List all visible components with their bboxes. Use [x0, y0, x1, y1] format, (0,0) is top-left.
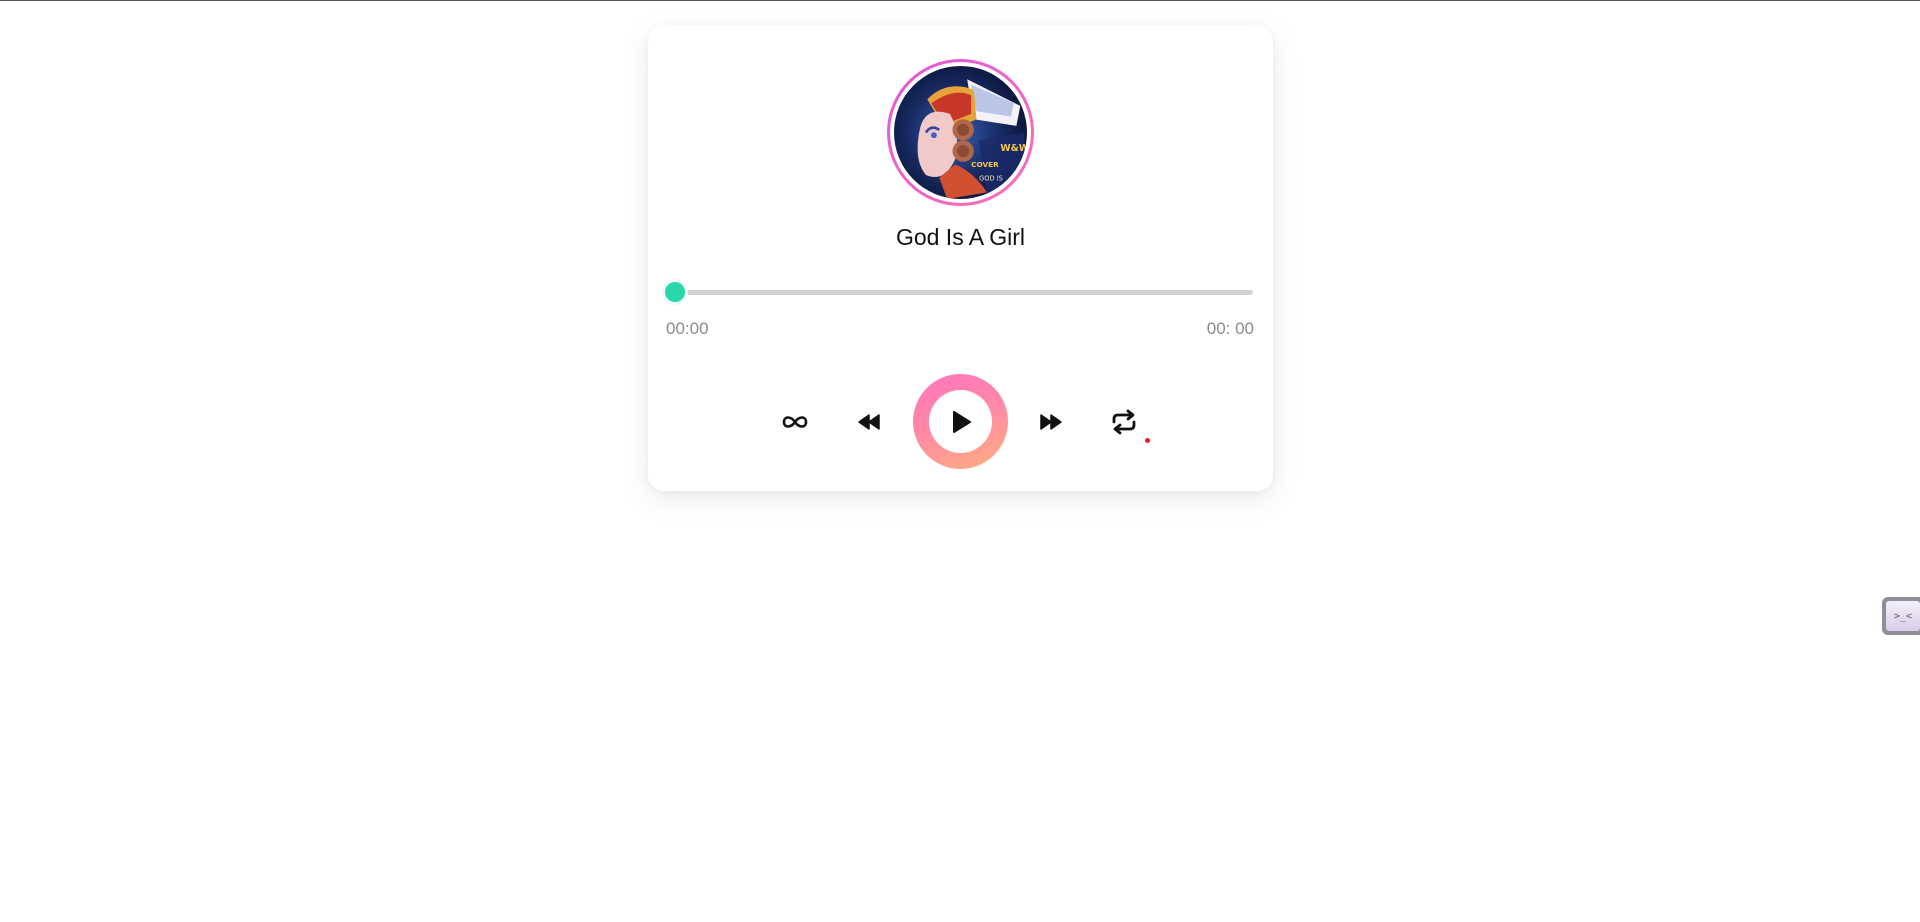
total-time: 00: 00	[1206, 319, 1254, 338]
infinity-icon	[782, 416, 808, 428]
top-border	[0, 0, 1920, 1]
album-cover-art: W&W COVER GOD IS	[894, 66, 1027, 199]
song-title: God Is A Girl	[895, 224, 1026, 250]
svg-text:COVER: COVER	[971, 160, 999, 169]
svg-text:GOD IS: GOD IS	[979, 174, 1003, 182]
mode-indicator-dot	[1145, 438, 1150, 443]
current-time: 00:00	[666, 319, 709, 338]
progress-handle[interactable]	[662, 279, 688, 305]
fast-forward-icon	[1040, 414, 1062, 430]
next-button[interactable]	[1036, 408, 1066, 436]
play-button[interactable]	[913, 374, 1008, 469]
repeat-button[interactable]	[1108, 406, 1140, 438]
svg-text:W&W: W&W	[1000, 143, 1027, 154]
loop-button[interactable]	[780, 408, 810, 436]
rewind-icon	[858, 414, 880, 430]
play-icon	[952, 410, 971, 433]
terminal-icon: >_<	[1886, 601, 1920, 631]
side-widget-button[interactable]: >_<	[1882, 597, 1920, 635]
progress-bar[interactable]	[662, 279, 1253, 305]
album-cover: W&W COVER GOD IS	[887, 59, 1034, 206]
previous-button[interactable]	[854, 408, 884, 436]
repeat-icon	[1112, 409, 1136, 435]
music-player-card: W&W COVER GOD IS God Is A Girl 00:00 00:…	[648, 26, 1273, 491]
